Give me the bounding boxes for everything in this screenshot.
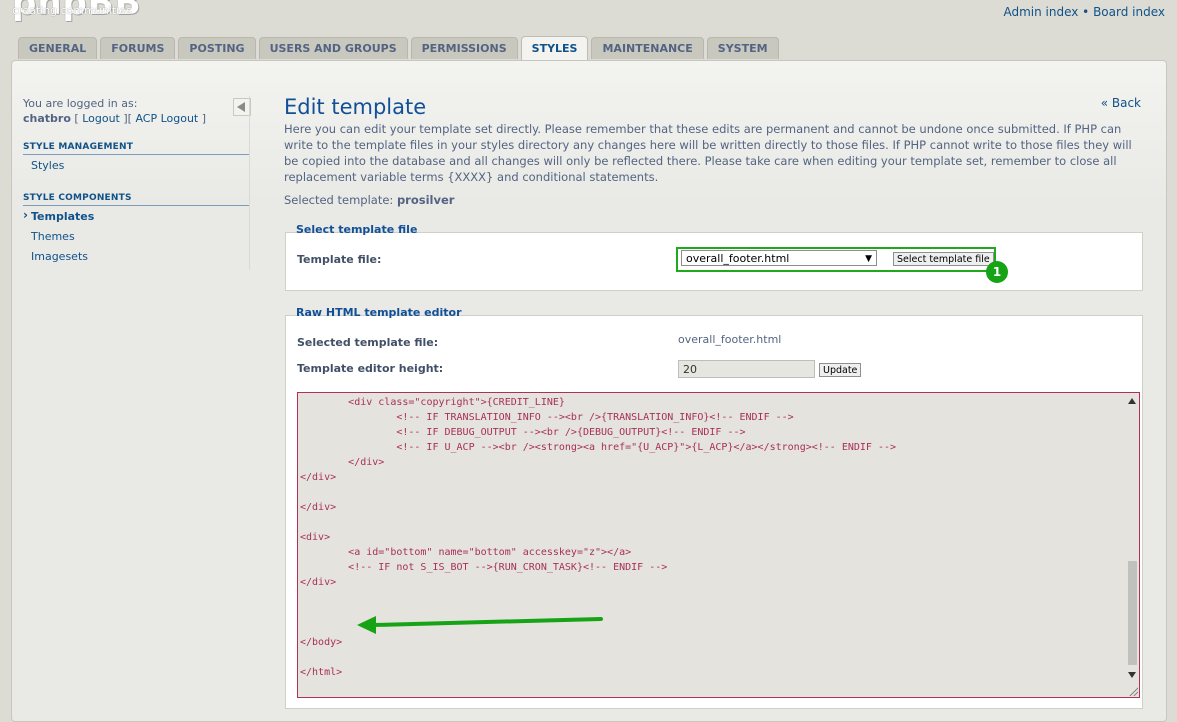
sidebar-item-styles[interactable]: Styles: [23, 155, 249, 175]
username: chatbro: [23, 112, 71, 125]
board-index-link[interactable]: Board index: [1093, 5, 1165, 19]
tab-users-and-groups[interactable]: USERS AND GROUPS: [258, 37, 408, 59]
annotation-arrow-icon: [357, 616, 603, 634]
scroll-down-icon[interactable]: [1128, 672, 1136, 678]
logout-link[interactable]: Logout: [82, 112, 120, 125]
editor-height-label: Template editor height:: [297, 362, 444, 375]
template-file-label: Template file:: [297, 253, 382, 266]
scroll-thumb[interactable]: [1128, 561, 1137, 665]
tab-permissions[interactable]: PERMISSIONS: [410, 37, 518, 59]
arrow-left-icon: [237, 102, 245, 112]
tab-forums[interactable]: FORUMS: [100, 37, 176, 59]
sidebar: You are logged in as: chatbro [ Logout ]…: [23, 96, 251, 266]
page-title: Edit template: [284, 95, 427, 119]
tab-system[interactable]: SYSTEM: [706, 37, 779, 59]
main-tabs: GENERAL FORUMS POSTING USERS AND GROUPS …: [18, 36, 782, 60]
tab-maintenance[interactable]: MAINTENANCE: [591, 37, 704, 59]
logo-tagline: creating communities: [12, 4, 132, 17]
top-links: Admin index • Board index: [1003, 5, 1165, 19]
editor-scrollbar[interactable]: [1125, 393, 1139, 697]
menu-heading-style-management: STYLE MANAGEMENT: [23, 142, 249, 155]
acp-logout-link[interactable]: ACP Logout: [135, 112, 198, 125]
phpbb-logo: phpBB creating communities: [12, 0, 162, 24]
scroll-up-icon[interactable]: [1128, 398, 1136, 404]
back-link[interactable]: « Back: [1101, 96, 1141, 110]
sidebar-item-imagesets[interactable]: Imagesets: [23, 246, 249, 266]
login-label: You are logged in as:: [23, 97, 138, 110]
annotation-highlight-box: [676, 247, 996, 272]
resize-handle-icon[interactable]: [1128, 686, 1138, 696]
selected-template-value: prosilver: [396, 193, 455, 207]
sidebar-divider: [249, 96, 250, 270]
selected-template: Selected template: prosilver: [284, 193, 1142, 207]
intro-text: Here you can edit your template set dire…: [284, 122, 1132, 184]
raw-editor-legend: Raw HTML template editor: [296, 306, 462, 319]
main-content: Edit template « Back Here you can edit y…: [284, 94, 1142, 207]
select-template-fieldset: Select template file Template file: over…: [285, 223, 1143, 291]
login-info: chatbro [ Logout ][ ACP Logout ]: [23, 112, 207, 125]
link-separator: •: [1082, 5, 1090, 19]
tab-general[interactable]: GENERAL: [18, 37, 98, 59]
template-code-editor[interactable]: <div class="copyright">{CREDIT_LINE} <!-…: [297, 392, 1140, 698]
tab-styles[interactable]: STYLES: [520, 36, 589, 60]
selected-template-label: Selected template:: [284, 193, 394, 207]
sidebar-item-themes[interactable]: Themes: [23, 226, 249, 246]
admin-index-link[interactable]: Admin index: [1003, 5, 1078, 19]
select-template-legend: Select template file: [296, 223, 418, 236]
tab-posting[interactable]: POSTING: [178, 37, 256, 59]
menu-heading-style-components: STYLE COMPONENTS: [23, 193, 249, 206]
raw-editor-fieldset: Raw HTML template editor Selected templa…: [285, 306, 1143, 709]
editor-height-input[interactable]: 20: [678, 360, 815, 378]
sidebar-item-templates[interactable]: Templates: [23, 206, 249, 226]
selected-file-value: overall_footer.html: [678, 333, 782, 346]
update-button[interactable]: Update: [819, 363, 862, 377]
annotation-badge: 1: [986, 261, 1008, 283]
selected-file-label: Selected template file:: [297, 336, 439, 349]
